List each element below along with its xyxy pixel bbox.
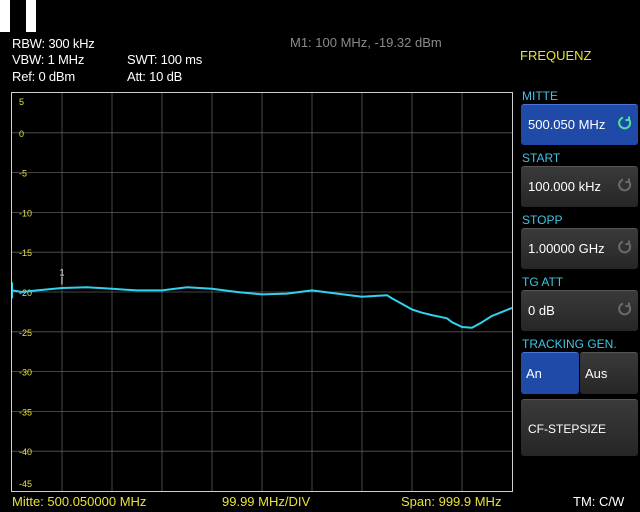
swt-readout: SWT: 100 ms xyxy=(127,52,203,67)
rotary-knob-icon xyxy=(618,178,632,192)
status-block-right xyxy=(26,0,36,32)
mode-readout: TM: C/W xyxy=(573,494,625,509)
cf-stepsize-button[interactable]: CF-STEPSIZE xyxy=(521,399,638,456)
top-bar xyxy=(0,0,640,32)
y-tick-label: -30 xyxy=(19,368,32,378)
rotary-knob-icon xyxy=(618,302,632,316)
spectrum-chart: 5 0 -5 -10 -15 -20 -25 -30 -35 -40 -45 1 xyxy=(12,93,513,491)
span-readout: Span: 999.9 MHz xyxy=(401,494,502,509)
y-tick-label: -5 xyxy=(19,169,27,179)
tracking-off-button[interactable]: Aus xyxy=(580,352,638,394)
tracking-on-button[interactable]: An xyxy=(521,352,579,394)
mitte-label: MITTE xyxy=(522,89,558,103)
tracking-off-label: Aus xyxy=(585,366,608,381)
mitte-value: 500.050 MHz xyxy=(528,117,606,132)
start-button[interactable]: 100.000 kHz xyxy=(521,166,638,207)
tg-att-label: TG ATT xyxy=(522,275,564,289)
y-tick-label: -15 xyxy=(19,248,32,258)
ref-readout: Ref: 0 dBm xyxy=(12,69,76,84)
rbw-readout: RBW: 300 kHz xyxy=(12,36,95,51)
marker-label: 1 xyxy=(59,268,64,278)
tg-att-button[interactable]: 0 dB xyxy=(521,290,638,331)
y-tick-label: -10 xyxy=(19,208,32,218)
marker-readout: M1: 100 MHz, -19.32 dBm xyxy=(290,35,442,50)
start-value: 100.000 kHz xyxy=(528,179,601,194)
rotary-knob-icon xyxy=(618,116,632,130)
stopp-label: STOPP xyxy=(522,213,563,227)
cf-stepsize-label: CF-STEPSIZE xyxy=(528,422,607,436)
vbw-readout: VBW: 1 MHz xyxy=(12,52,85,67)
center-frequency-readout: Mitte: 500.050000 MHz xyxy=(12,494,147,509)
y-tick-label: -20 xyxy=(19,288,32,298)
tg-att-value: 0 dB xyxy=(528,303,555,318)
start-label: START xyxy=(522,151,561,165)
div-readout: 99.99 MHz/DIV xyxy=(222,494,311,509)
mitte-button[interactable]: 500.050 MHz xyxy=(521,104,638,145)
y-tick-label: 0 xyxy=(19,129,24,139)
stopp-value: 1.00000 GHz xyxy=(528,241,605,256)
tracking-on-label: An xyxy=(526,366,542,381)
y-tick-label: -40 xyxy=(19,447,32,457)
y-tick-label: -45 xyxy=(19,479,32,489)
y-tick-label: 5 xyxy=(19,97,24,107)
y-tick-label: -35 xyxy=(19,407,32,417)
rotary-knob-icon xyxy=(618,240,632,254)
att-readout: Att: 10 dB xyxy=(127,69,183,84)
spectrum-plot[interactable]: 5 0 -5 -10 -15 -20 -25 -30 -35 -40 -45 1 xyxy=(11,92,513,492)
panel-title: FREQUENZ xyxy=(520,48,592,63)
tracking-gen-label: TRACKING GEN. xyxy=(522,337,617,351)
status-block-left xyxy=(0,0,10,32)
stopp-button[interactable]: 1.00000 GHz xyxy=(521,228,638,269)
y-tick-label: -25 xyxy=(19,328,32,338)
